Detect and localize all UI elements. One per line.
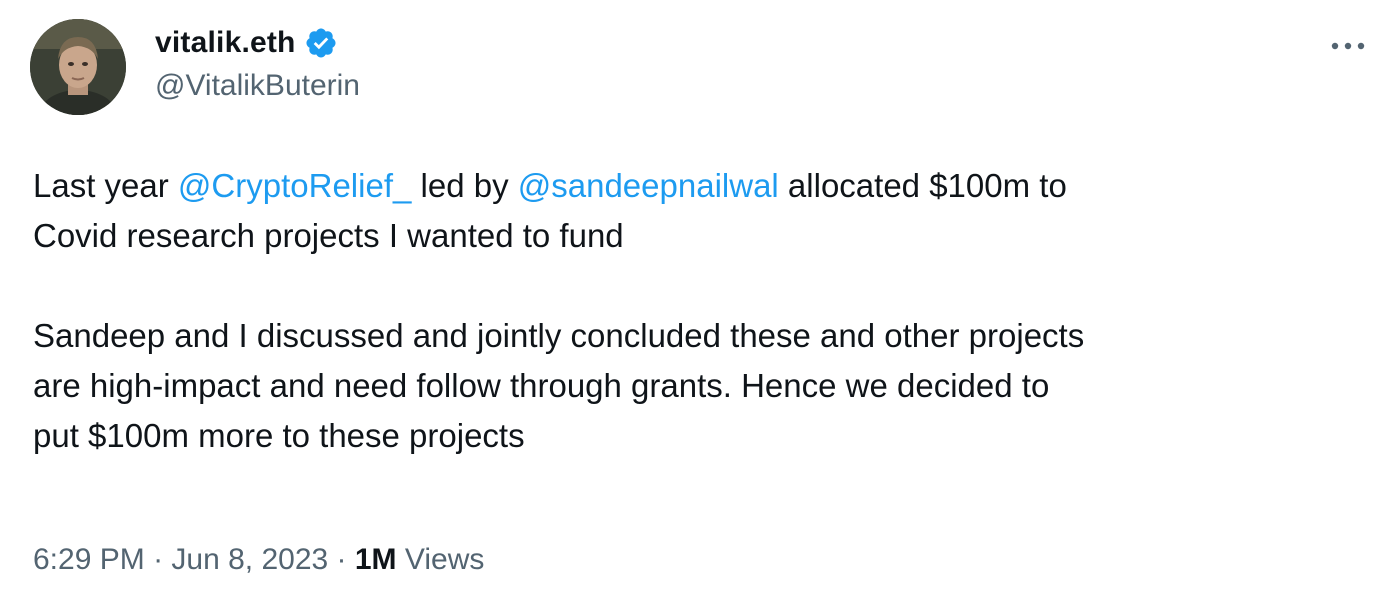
user-avatar[interactable] (30, 19, 126, 115)
tweet-text-segment: allocated $100m to (778, 167, 1067, 204)
mention-cryptorelief-link[interactable]: @CryptoRelief_ (178, 167, 411, 204)
meta-separator: · (328, 543, 355, 576)
tweet-time: 6:29 PM (33, 543, 145, 576)
tweet-text-line: Sandeep and I discussed and jointly conc… (33, 317, 1085, 354)
tweet-text-line: Covid research projects I wanted to fund (33, 217, 624, 254)
views-count: 1M (354, 543, 397, 576)
tweet-date: Jun 8, 2023 (171, 543, 329, 576)
views-label: Views (396, 543, 485, 576)
tweet-timestamp-link[interactable]: 6:29 PM · Jun 8, 2023 (33, 543, 328, 576)
tweet-text-line: put $100m more to these projects (33, 417, 525, 454)
display-name[interactable]: vitalik.eth (155, 26, 296, 60)
tweet-card: vitalik.eth @VitalikButerin Last year @C… (0, 0, 1400, 601)
tweet-text-line: are high-impact and need follow through … (33, 367, 1050, 404)
more-options-icon[interactable] (1326, 28, 1370, 64)
tweet-text-segment: Last year (33, 167, 178, 204)
tweet-paragraph-2: Sandeep and I discussed and jointly conc… (33, 311, 1383, 461)
tweet-meta: 6:29 PM · Jun 8, 2023 · 1M Views (33, 537, 484, 583)
tweet-text: Last year @CryptoRelief_ led by @sandeep… (33, 161, 1383, 461)
user-handle[interactable]: @VitalikButerin (155, 66, 360, 106)
author-block: vitalik.eth @VitalikButerin (155, 22, 360, 106)
mention-sandeepnailwal-link[interactable]: @sandeepnailwal (518, 167, 779, 204)
verified-badge-icon[interactable] (304, 26, 338, 60)
tweet-text-segment: led by (411, 167, 518, 204)
tweet-paragraph-1: Last year @CryptoRelief_ led by @sandeep… (33, 161, 1383, 261)
name-row: vitalik.eth (155, 22, 360, 64)
meta-separator: · (144, 543, 172, 576)
views-link[interactable]: 1M Views (355, 543, 485, 576)
